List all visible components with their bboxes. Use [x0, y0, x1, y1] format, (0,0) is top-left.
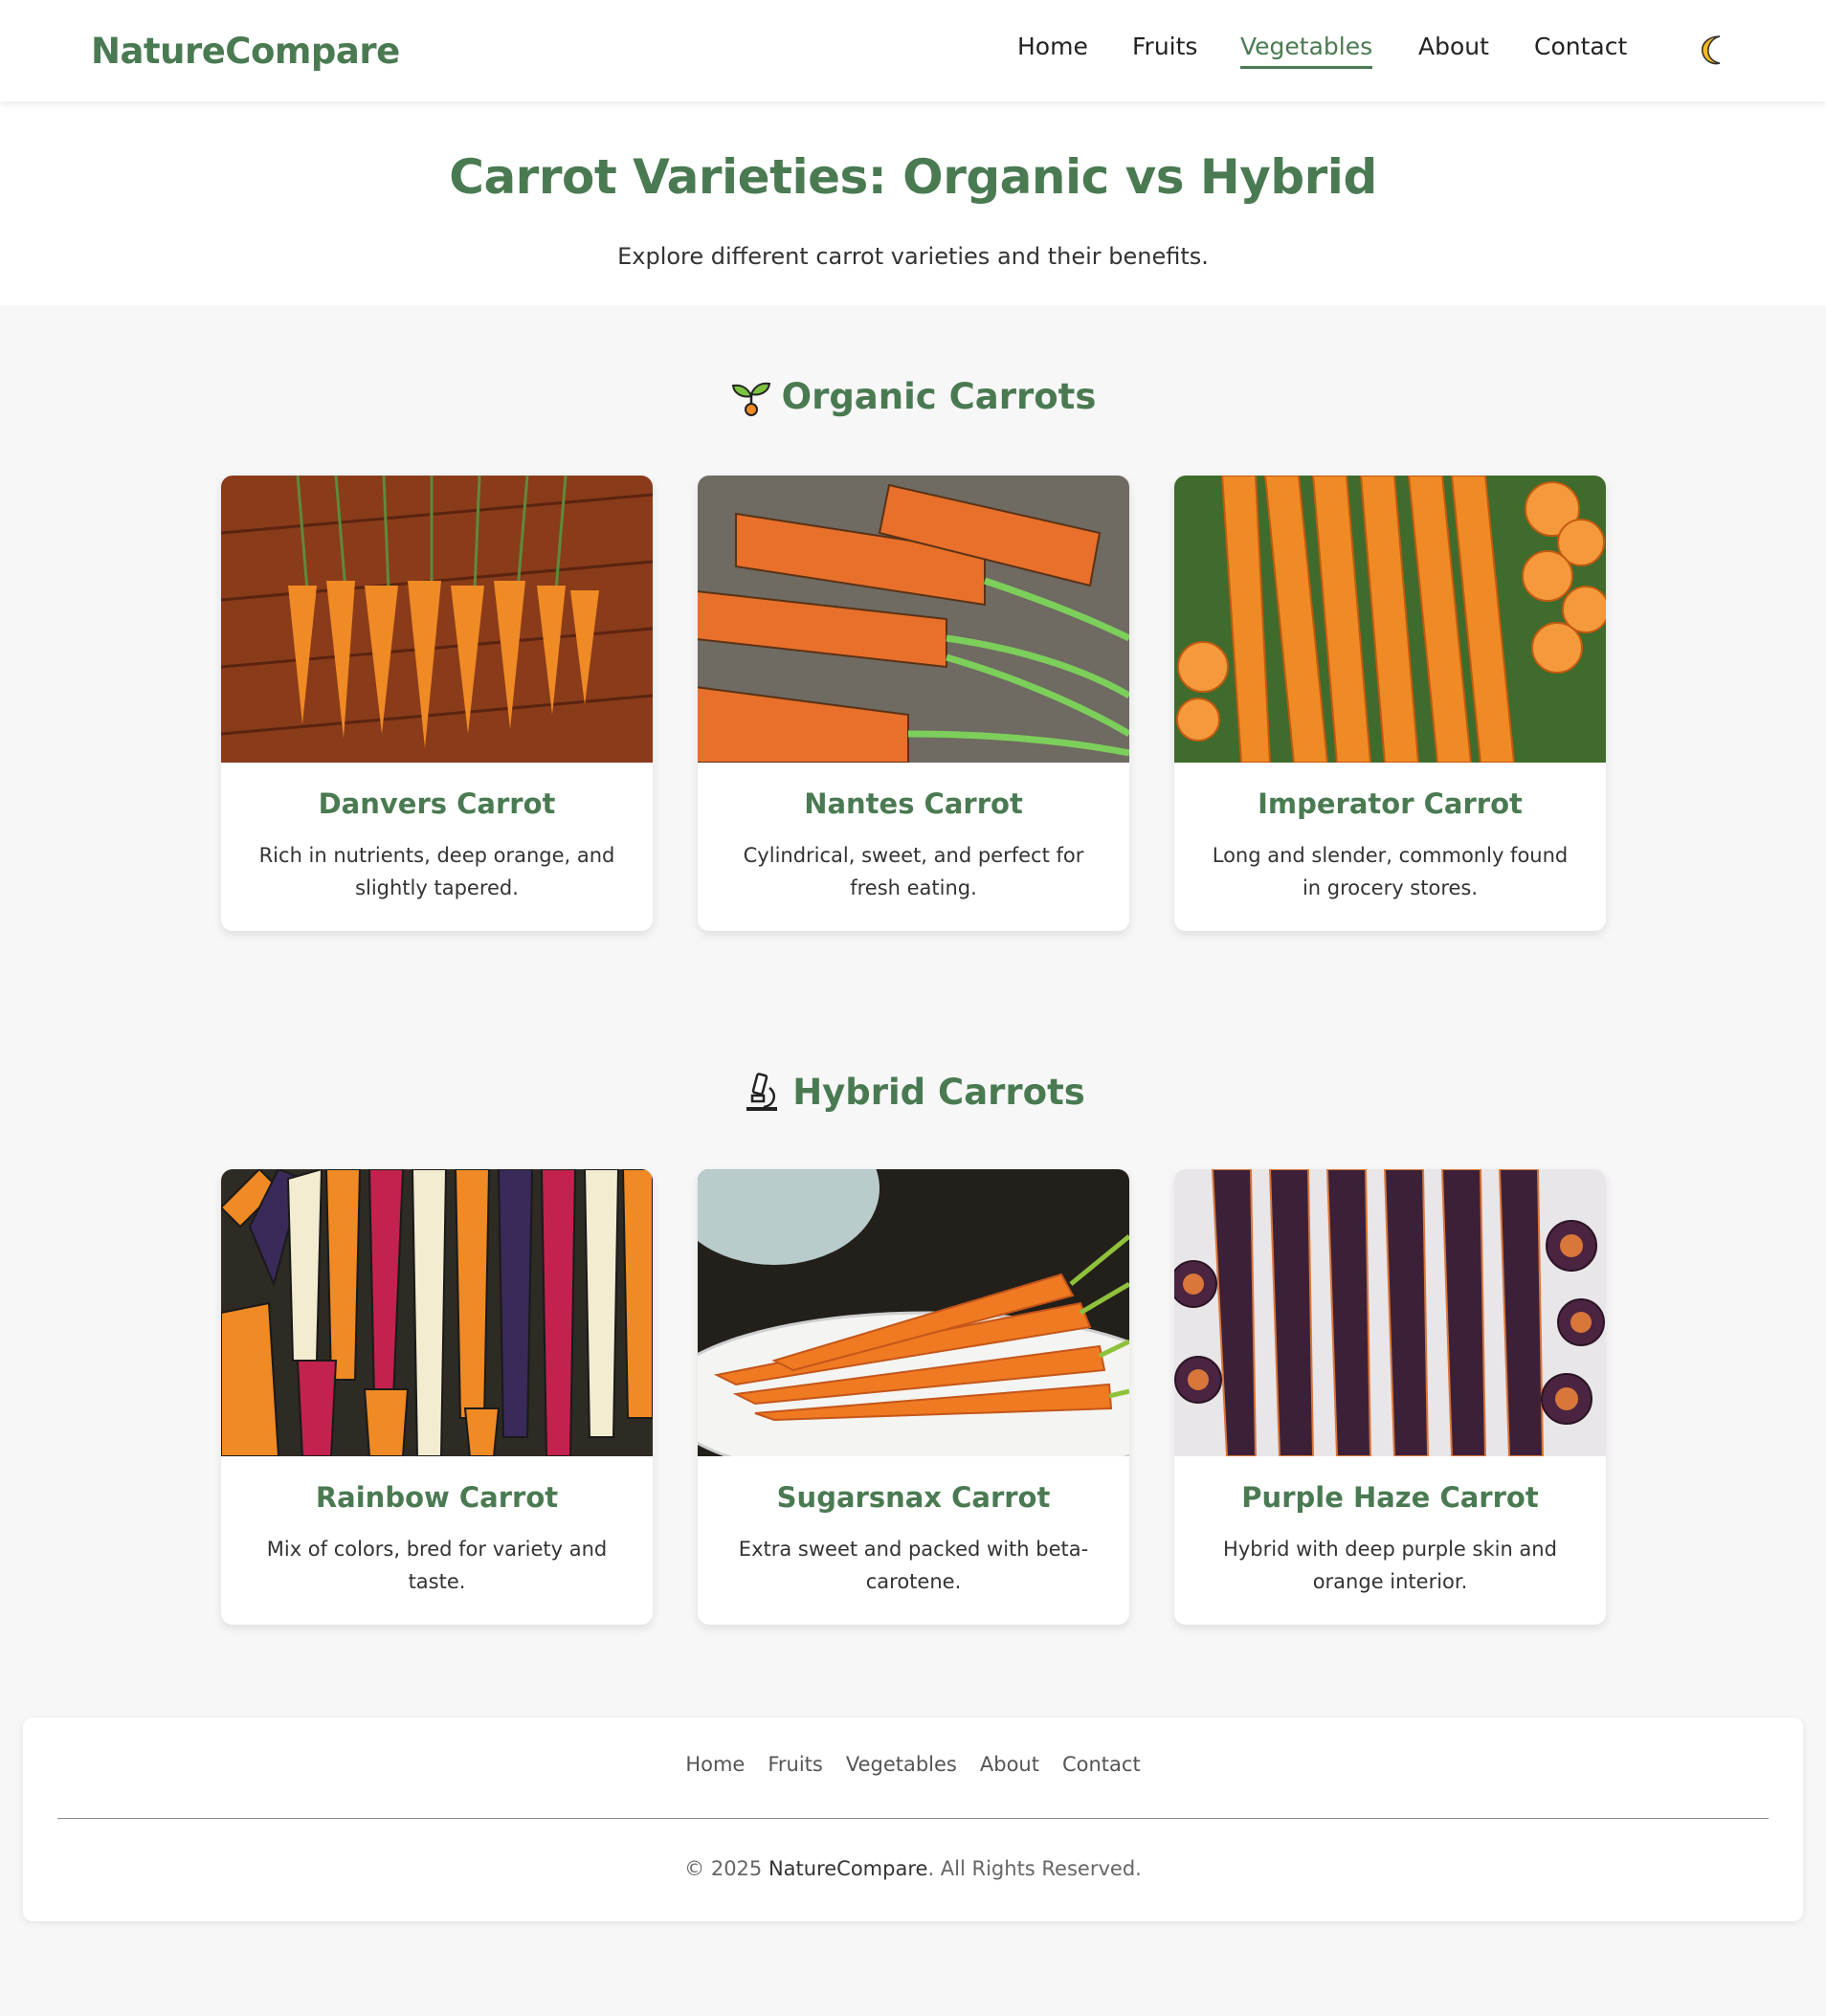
variety-card[interactable]: Sugarsnax Carrot Extra sweet and packed …	[698, 1169, 1129, 1625]
section-title-label: Hybrid Carrots	[792, 1071, 1085, 1113]
theme-toggle-button[interactable]	[1696, 31, 1734, 69]
card-description: Hybrid with deep purple skin and orange …	[1223, 1538, 1557, 1593]
card-title: Rainbow Carrot	[315, 1481, 559, 1514]
card-description: Cylindrical, sweet, and perfect for fres…	[743, 844, 1084, 899]
purple-haze-carrot-image	[1174, 1169, 1606, 1456]
danvers-carrot-image	[221, 476, 653, 763]
rainbow-carrot-image	[221, 1169, 653, 1456]
nav-home[interactable]: Home	[1017, 33, 1088, 66]
card-title: Imperator Carrot	[1258, 787, 1523, 820]
seedling-icon	[730, 375, 772, 417]
section-title-organic: Organic Carrots	[0, 375, 1826, 417]
section-title-label: Organic Carrots	[781, 375, 1097, 417]
nantes-carrot-image	[698, 476, 1129, 763]
card-title: Nantes Carrot	[804, 787, 1023, 820]
section-title-hybrid: Hybrid Carrots	[0, 1071, 1826, 1113]
card-title: Danvers Carrot	[318, 787, 556, 820]
sugarsnax-carrot-image	[698, 1169, 1129, 1456]
copyright-suffix: . All Rights Reserved.	[927, 1857, 1142, 1880]
microscope-icon	[741, 1071, 783, 1113]
main-nav: Home Fruits Vegetables About Contact	[0, 0, 1826, 101]
nav-fruits[interactable]: Fruits	[1132, 33, 1197, 66]
variety-card[interactable]: Imperator Carrot Long and slender, commo…	[1174, 476, 1606, 931]
page-subtitle: Explore different carrot varieties and t…	[617, 243, 1209, 270]
variety-card[interactable]: Nantes Carrot Cylindrical, sweet, and pe…	[698, 476, 1129, 931]
footer-link-fruits[interactable]: Fruits	[768, 1753, 823, 1776]
variety-card[interactable]: Rainbow Carrot Mix of colors, bred for v…	[221, 1169, 653, 1625]
card-title: Purple Haze Carrot	[1241, 1481, 1539, 1514]
site-header: NatureCompare Home Fruits Vegetables Abo…	[0, 0, 1826, 101]
nav-vegetables[interactable]: Vegetables	[1240, 33, 1373, 69]
copyright-prefix: © 2025	[684, 1857, 768, 1880]
card-description: Rich in nutrients, deep orange, and slig…	[258, 844, 615, 899]
nav-about[interactable]: About	[1418, 33, 1489, 66]
footer-link-about[interactable]: About	[980, 1753, 1039, 1776]
imperator-carrot-image	[1174, 476, 1606, 763]
nav-contact[interactable]: Contact	[1534, 33, 1627, 66]
footer-nav: Home Fruits Vegetables About Contact	[23, 1753, 1803, 1776]
footer-divider	[57, 1818, 1769, 1819]
variety-card[interactable]: Purple Haze Carrot Hybrid with deep purp…	[1174, 1169, 1606, 1625]
footer-link-home[interactable]: Home	[685, 1753, 745, 1776]
footer-link-vegetables[interactable]: Vegetables	[846, 1753, 957, 1776]
card-description: Long and slender, commonly found in groc…	[1212, 844, 1569, 899]
hero-section: Carrot Varieties: Organic vs Hybrid Expl…	[0, 101, 1826, 305]
footer-link-contact[interactable]: Contact	[1062, 1753, 1141, 1776]
site-footer: Home Fruits Vegetables About Contact © 2…	[23, 1717, 1803, 1921]
page-title: Carrot Varieties: Organic vs Hybrid	[449, 149, 1377, 205]
card-description: Mix of colors, bred for variety and tast…	[266, 1538, 608, 1593]
copyright-text: © 2025 NatureCompare. All Rights Reserve…	[23, 1857, 1803, 1880]
card-title: Sugarsnax Carrot	[776, 1481, 1051, 1514]
copyright-brand: NatureCompare	[768, 1857, 928, 1880]
crescent-moon-icon	[1701, 35, 1721, 65]
variety-card[interactable]: Danvers Carrot Rich in nutrients, deep o…	[221, 476, 653, 931]
card-description: Extra sweet and packed with beta-caroten…	[738, 1538, 1089, 1593]
